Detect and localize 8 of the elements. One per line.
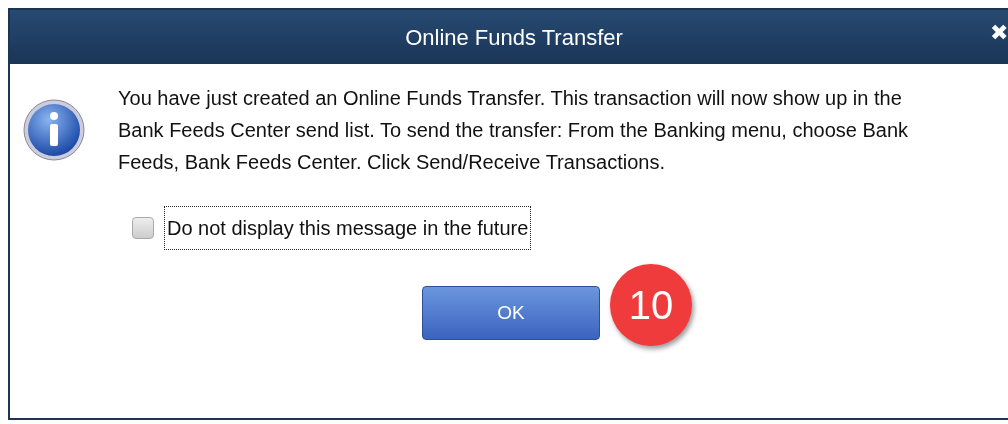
step-badge: 10 <box>610 264 692 346</box>
message-text: You have just created an Online Funds Transfer. This transaction will now show up in the Bank Feeds Center send list. To send the transfer: From the Banking menu, choose Bank Feeds, Bank Feeds Center. Click Send/Receive Transactions. <box>118 86 910 175</box>
checkbox[interactable] <box>132 217 154 239</box>
window-title: Online Funds Transfer <box>405 23 623 52</box>
info-icon <box>22 98 86 162</box>
ok-button[interactable]: OK <box>422 286 600 340</box>
checkbox-label[interactable]: Do not display this message in the future <box>164 206 532 250</box>
close-button[interactable]: ✖ <box>990 22 1008 44</box>
